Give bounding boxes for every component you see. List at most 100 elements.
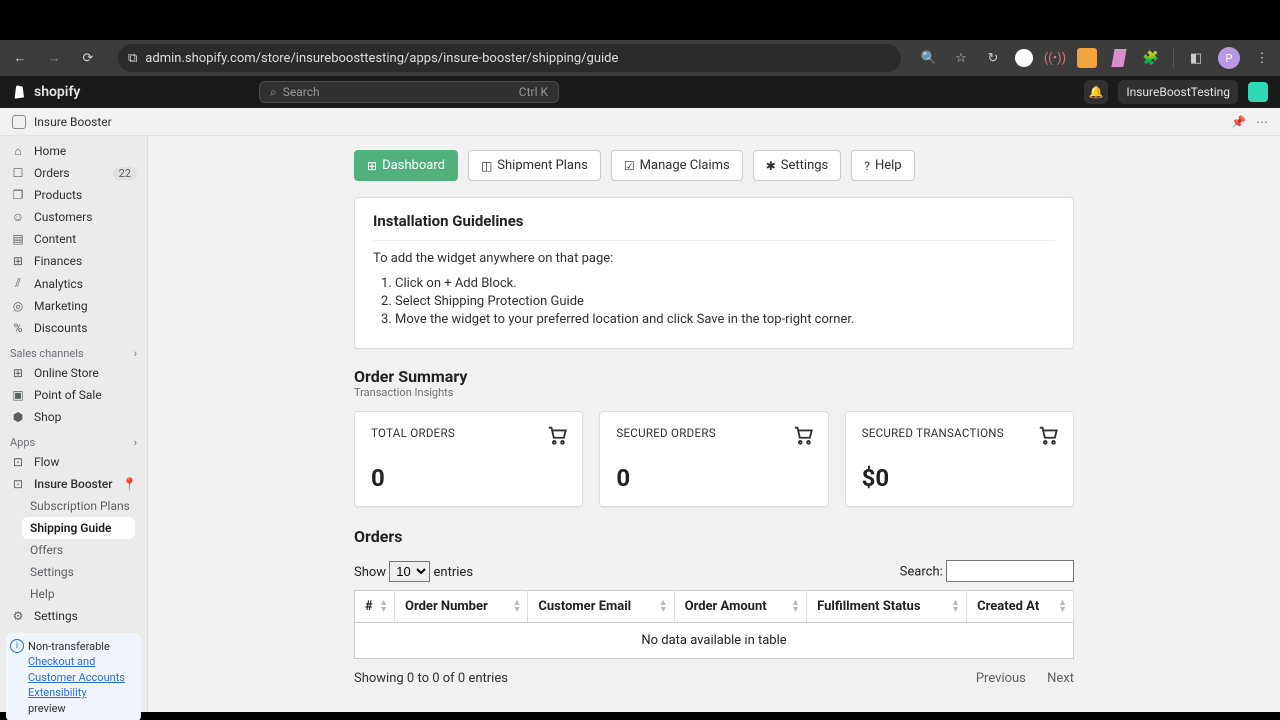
apps-heading: Apps›: [0, 428, 147, 451]
extension-4-icon[interactable]: [1109, 48, 1129, 68]
tab-shipment-plans[interactable]: ◫Shipment Plans: [468, 150, 601, 181]
entries-select[interactable]: 10: [389, 561, 430, 582]
sidebar-settings[interactable]: ⚙ Settings: [0, 605, 147, 627]
extension-1-icon[interactable]: [1015, 49, 1033, 67]
channel-icon: ⊞: [10, 366, 26, 380]
nav-icon: ☐: [10, 166, 26, 180]
tab-icon: ✱: [766, 159, 776, 173]
app-icon: ⊡: [10, 455, 26, 469]
sidebar-item-orders[interactable]: ☐Orders22: [0, 162, 147, 184]
gear-icon: ⚙: [10, 609, 26, 623]
sort-icon: ▲▼: [512, 600, 521, 614]
shopify-topbar: shopify ⌕ Search Ctrl K 🔔 InsureBoostTes…: [0, 76, 1280, 108]
sidebar-notice[interactable]: i Non-transferable Checkout and Customer…: [6, 633, 141, 720]
sidebar-channel-online-store[interactable]: ⊞Online Store: [0, 362, 147, 384]
tab-help[interactable]: ?Help: [851, 150, 914, 181]
tab-manage-claims[interactable]: ☑Manage Claims: [611, 150, 743, 181]
reload-button[interactable]: ⟳: [76, 46, 100, 70]
extension-3-icon[interactable]: [1077, 48, 1097, 68]
table-controls: Show 10 entries Search:: [354, 560, 1074, 582]
app-subnav-settings[interactable]: Settings: [30, 561, 147, 583]
stat-value: 0: [371, 464, 566, 492]
sidebar-item-label: Finances: [34, 254, 82, 268]
sidebar-item-content[interactable]: ▤Content: [0, 228, 147, 250]
forward-button[interactable]: →: [42, 46, 66, 70]
col-ordernumber[interactable]: Order Number▲▼: [395, 591, 528, 623]
search-icon: ⌕: [270, 85, 277, 100]
sidebar-item-label: Marketing: [34, 299, 88, 313]
store-switcher[interactable]: InsureBoostTesting: [1118, 80, 1238, 104]
browser-toolbar: ← → ⟳ ⧉ admin.shopify.com/store/insurebo…: [0, 40, 1280, 76]
install-intro: To add the widget anywhere on that page:: [373, 251, 1055, 266]
extension-2-icon[interactable]: ((•)): [1045, 48, 1065, 68]
pin-icon[interactable]: 📍: [122, 477, 137, 491]
shopify-logo[interactable]: shopify: [12, 84, 80, 100]
nav-icon: ❐: [10, 188, 26, 202]
table-search-input[interactable]: [946, 560, 1074, 582]
sidebar-item-label: Discounts: [34, 321, 87, 335]
ext-reload-icon[interactable]: ↻: [983, 48, 1003, 68]
sidebar-item-discounts[interactable]: %Discounts: [0, 317, 147, 339]
sidebar-item-home[interactable]: ⌂Home: [0, 140, 147, 162]
stat-value: 0: [616, 464, 811, 492]
address-bar[interactable]: ⧉ admin.shopify.com/store/insureboosttes…: [118, 44, 901, 72]
search-label: Search:: [900, 565, 943, 580]
tab-dashboard[interactable]: ⊞Dashboard: [354, 150, 458, 181]
notifications-button[interactable]: 🔔: [1084, 80, 1108, 104]
global-search[interactable]: ⌕ Search Ctrl K: [259, 81, 559, 103]
kebab-menu-icon[interactable]: ⋮: [1252, 48, 1272, 68]
col-fulfillmentstatus[interactable]: Fulfillment Status▲▼: [807, 591, 967, 623]
more-icon[interactable]: ⋯: [1256, 115, 1268, 129]
tab-icon: ◫: [481, 159, 492, 173]
notice-link[interactable]: Checkout and Customer Accounts Extensibi…: [28, 655, 125, 699]
nav-icon: ⫽: [10, 276, 26, 291]
sidebar-item-customers[interactable]: ☺Customers: [0, 206, 147, 228]
sidebar-app-flow[interactable]: ⊡Flow: [0, 451, 147, 473]
install-panel: Installation Guidelines To add the widge…: [354, 197, 1074, 349]
col-orderamount[interactable]: Order Amount▲▼: [674, 591, 806, 623]
sidebar-item-label: Orders: [34, 166, 70, 180]
pin-icon[interactable]: 📌: [1231, 115, 1246, 129]
sidepanel-icon[interactable]: ◧: [1186, 48, 1206, 68]
store-avatar[interactable]: [1248, 82, 1268, 102]
table-footer: Showing 0 to 0 of 0 entries Previous Nex…: [354, 671, 1074, 686]
app-subnav-offers[interactable]: Offers: [30, 539, 147, 561]
sidebar-item-marketing[interactable]: ◎Marketing: [0, 295, 147, 317]
chevron-right-icon[interactable]: ›: [134, 436, 137, 449]
summary-heading: Order Summary: [354, 367, 1074, 386]
sort-icon: ▲▼: [659, 600, 668, 614]
app-subnav-shipping-guide[interactable]: Shipping Guide: [22, 517, 135, 539]
col-customeremail[interactable]: Customer Email▲▼: [528, 591, 674, 623]
nav-icon: ⊞: [10, 254, 26, 268]
orders-table: #▲▼Order Number▲▼Customer Email▲▼Order A…: [354, 590, 1074, 659]
sidebar-item-finances[interactable]: ⊞ Finances: [0, 250, 147, 272]
sidebar-current-app-label: Insure Booster: [34, 477, 113, 491]
prev-button[interactable]: Previous: [976, 671, 1026, 686]
bookmark-icon[interactable]: ☆: [951, 48, 971, 68]
chevron-right-icon[interactable]: ›: [134, 347, 137, 360]
sidebar-item-label: Home: [34, 144, 66, 158]
cart-icon: [792, 424, 814, 450]
install-steps: Click on + Add Block.Select Shipping Pro…: [395, 276, 1055, 327]
app-tabs: ⊞Dashboard ◫Shipment Plans ☑Manage Claims ✱…: [354, 150, 1074, 181]
app-subnav-subscription-plans[interactable]: Subscription Plans: [30, 495, 147, 517]
tab-settings[interactable]: ✱ Settings: [753, 150, 842, 181]
sidebar-channel-shop[interactable]: ⬢Shop: [0, 406, 147, 428]
install-step: Click on + Add Block.: [395, 276, 1055, 291]
sidebar-item-analytics[interactable]: ⫽Analytics: [0, 272, 147, 295]
sidebar-item-label: Customers: [34, 210, 92, 224]
sidebar-channel-point-of-sale[interactable]: ▣Point of Sale: [0, 384, 147, 406]
sidebar-current-app[interactable]: ⊡ Insure Booster 📍: [0, 473, 147, 495]
extensions-icon[interactable]: 🧩: [1141, 48, 1161, 68]
zoom-icon[interactable]: 🔍: [919, 48, 939, 68]
separator: [1173, 48, 1174, 68]
profile-avatar[interactable]: P: [1218, 47, 1240, 69]
back-button[interactable]: ←: [8, 46, 32, 70]
sidebar-item-products[interactable]: ❐Products: [0, 184, 147, 206]
app-subnav-help[interactable]: Help: [30, 583, 147, 605]
col-[interactable]: #▲▼: [355, 591, 395, 623]
col-createdat[interactable]: Created At▲▼: [967, 591, 1074, 623]
tab-label: Settings: [781, 158, 828, 173]
stat-cards: TOTAL ORDERS 0SECURED ORDERS 0SECURED TR…: [354, 411, 1074, 507]
next-button[interactable]: Next: [1047, 671, 1074, 686]
